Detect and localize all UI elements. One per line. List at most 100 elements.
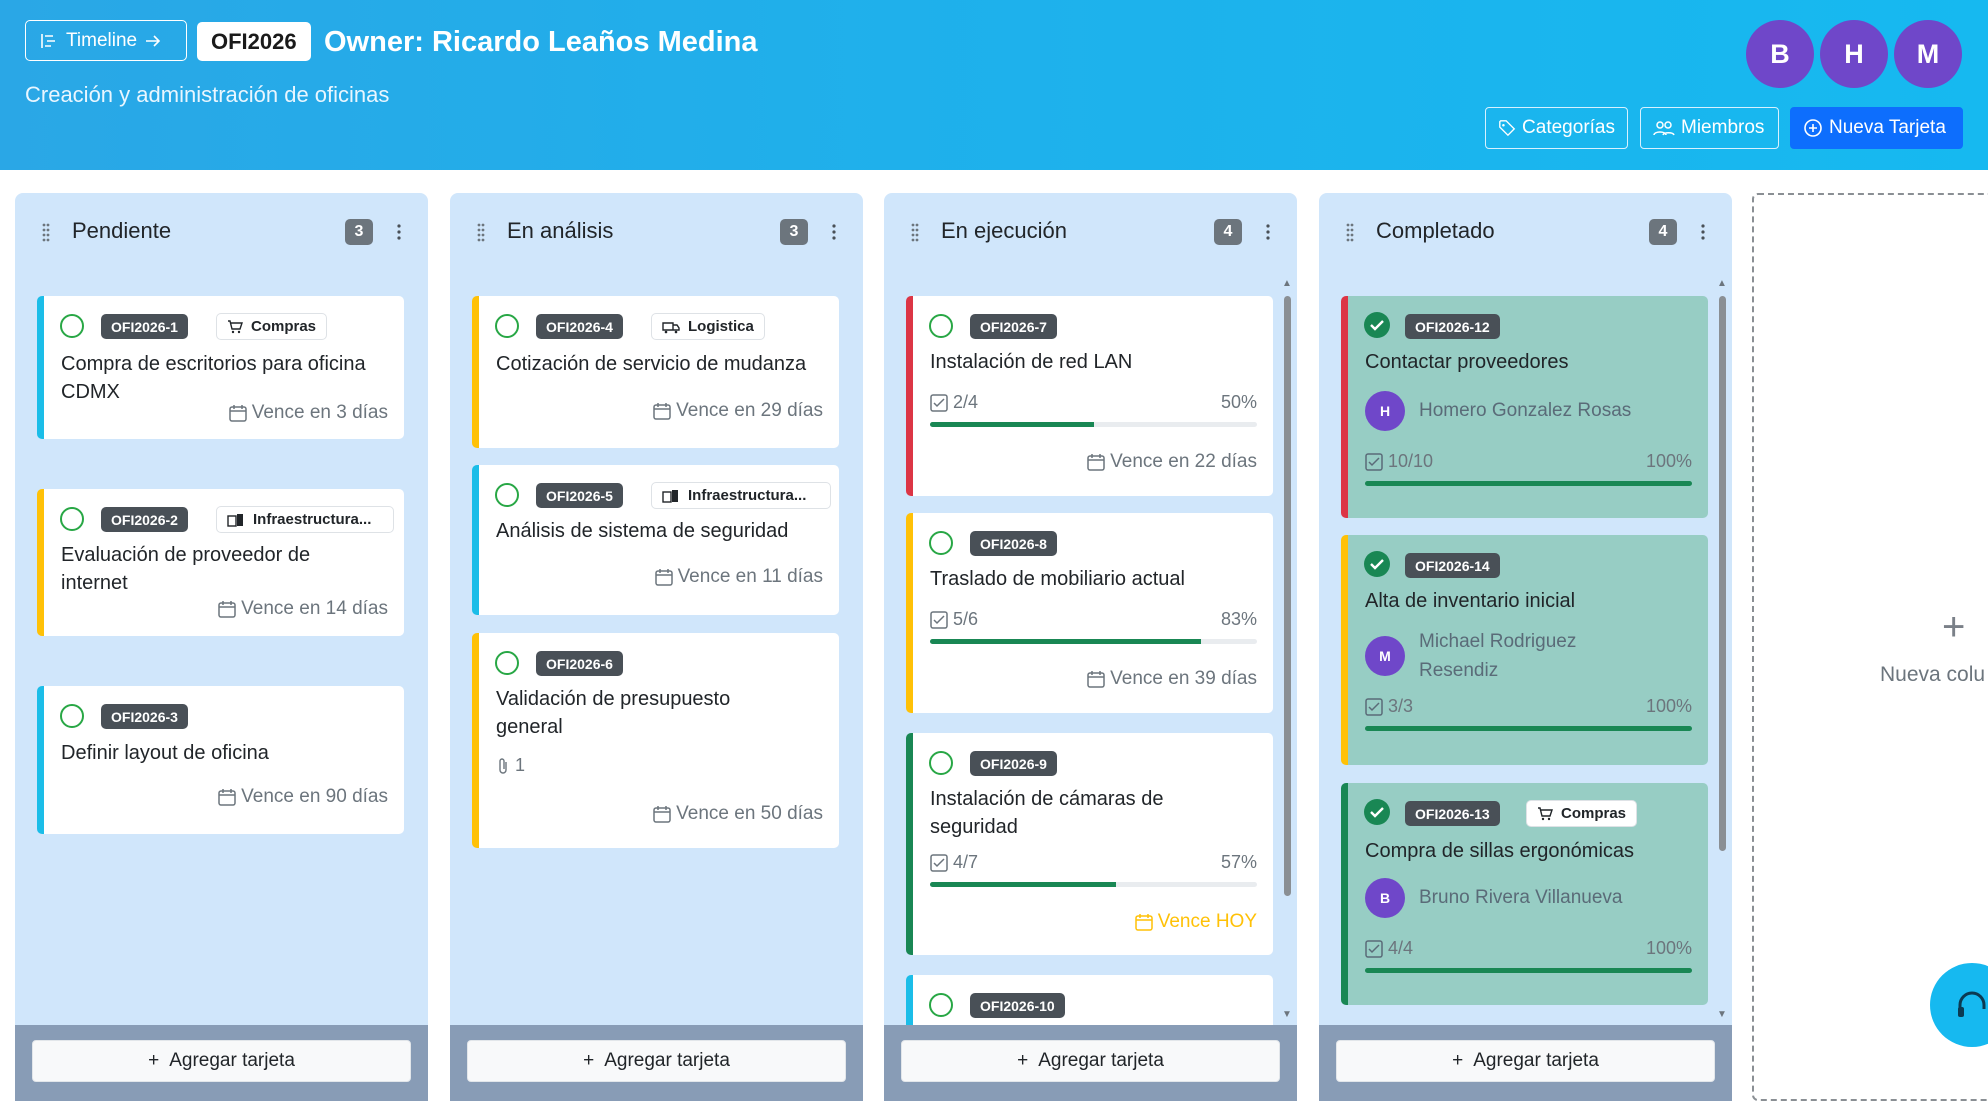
assignee-avatar: H	[1365, 391, 1405, 431]
paperclip-icon	[499, 757, 507, 774]
plus-icon: +	[1452, 1050, 1464, 1071]
progress-percent: 100%	[1645, 451, 1692, 471]
card-title: Cotización de servicio de mudanza	[496, 353, 807, 375]
card-count-badge: 3	[345, 219, 373, 245]
categories-button[interactable]: Categorías	[1485, 107, 1628, 149]
calendar-icon	[654, 569, 673, 586]
due-date: Vence en 11 días	[654, 566, 823, 588]
add-card-button[interactable]: + Agregar tarjeta	[901, 1040, 1280, 1082]
new-column-placeholder[interactable]: + Nueva colu	[1752, 193, 1988, 1101]
new-card-button[interactable]: Nueva Tarjeta	[1790, 107, 1963, 149]
member-avatar[interactable]: H	[1820, 20, 1888, 88]
card-title: Contactar proveedores	[1365, 351, 1569, 373]
subtask-count-label: 4/4	[1388, 938, 1414, 958]
complete-checkbox[interactable]	[929, 751, 953, 775]
task-card[interactable]: OFI2026-6 Validación de presupuesto gene…	[472, 633, 839, 848]
assignee: B Bruno Rivera Villanueva	[1365, 878, 1623, 918]
due-date-label: Vence en 3 días	[251, 402, 388, 423]
column-header: Completado 4	[1319, 193, 1732, 273]
scroll-up-icon[interactable]: ▲	[1282, 278, 1292, 289]
column-footer: + Agregar tarjeta	[884, 1025, 1297, 1101]
task-card[interactable]: OFI2026-8 Traslado de mobiliario actual …	[906, 513, 1273, 713]
drag-handle-icon[interactable]	[476, 222, 486, 242]
task-card[interactable]: OFI2026-12 Contactar proveedores H Homer…	[1341, 296, 1708, 518]
progress-bar	[930, 639, 1257, 644]
completed-check-icon[interactable]	[1364, 312, 1390, 338]
subtask-count: 3/3	[1365, 696, 1413, 717]
category-tag-label: Infraestructura...	[253, 511, 372, 528]
drag-handle-icon[interactable]	[1345, 222, 1355, 242]
add-card-button[interactable]: + Agregar tarjeta	[32, 1040, 411, 1082]
checkbox-icon	[930, 610, 948, 629]
complete-checkbox[interactable]	[495, 483, 519, 507]
member-avatar[interactable]: B	[1746, 20, 1814, 88]
complete-checkbox[interactable]	[929, 314, 953, 338]
assignee-avatar: B	[1365, 878, 1405, 918]
complete-checkbox[interactable]	[60, 507, 84, 531]
task-card[interactable]: OFI2026-5 Infraestructura... Análisis de…	[472, 465, 839, 615]
add-card-label: Agregar tarjeta	[169, 1050, 295, 1071]
task-card[interactable]: OFI2026-14 Alta de inventario inicial M …	[1341, 535, 1708, 765]
scrollbar-thumb[interactable]	[1719, 296, 1726, 851]
members-button[interactable]: Miembros	[1640, 107, 1779, 149]
checkbox-icon	[930, 393, 948, 412]
task-card[interactable]: OFI2026-13 Compras Compra de sillas ergo…	[1341, 783, 1708, 1005]
column-title: En ejecución	[941, 218, 1067, 243]
category-tag: Infraestructura...	[216, 506, 394, 533]
card-count-badge: 3	[780, 219, 808, 245]
timeline-button[interactable]: Timeline	[25, 20, 187, 61]
add-card-button[interactable]: + Agregar tarjeta	[1336, 1040, 1715, 1082]
more-options-icon[interactable]	[831, 223, 837, 241]
plus-icon: +	[583, 1050, 595, 1071]
more-options-icon[interactable]	[1265, 223, 1271, 241]
drag-handle-icon[interactable]	[41, 222, 51, 242]
owner-title: Owner: Ricardo Leaños Medina	[324, 26, 758, 58]
card-code-badge: OFI2026-2	[101, 507, 188, 532]
scrollbar-thumb[interactable]	[1284, 296, 1291, 896]
complete-checkbox[interactable]	[929, 531, 953, 555]
task-card[interactable]: OFI2026-9 Instalación de cámaras de segu…	[906, 733, 1273, 955]
card-count-badge: 4	[1649, 219, 1677, 245]
completed-check-icon[interactable]	[1364, 799, 1390, 825]
add-card-button[interactable]: + Agregar tarjeta	[467, 1040, 846, 1082]
devices-icon	[662, 489, 678, 503]
more-options-icon[interactable]	[1700, 223, 1706, 241]
member-avatar[interactable]: M	[1894, 20, 1962, 88]
column-scrollbar[interactable]: ▲ ▼	[1714, 278, 1728, 1020]
progress-percent: 83%	[1220, 609, 1257, 629]
scroll-down-icon[interactable]: ▼	[1282, 1009, 1292, 1020]
task-card[interactable]: OFI2026-3 Definir layout de oficina Venc…	[37, 686, 404, 834]
progress-bar	[1365, 968, 1692, 973]
checkbox-icon	[1365, 697, 1383, 716]
complete-checkbox[interactable]	[60, 704, 84, 728]
scroll-down-icon[interactable]: ▼	[1717, 1009, 1727, 1020]
complete-checkbox[interactable]	[495, 314, 519, 338]
card-code-badge: OFI2026-6	[536, 651, 623, 676]
category-tag-label: Infraestructura...	[688, 487, 807, 504]
task-card[interactable]: OFI2026-2 Infraestructura... Evaluación …	[37, 489, 404, 636]
add-card-label: Agregar tarjeta	[604, 1050, 730, 1071]
task-card[interactable]: OFI2026-1 Compras Compra de escritorios …	[37, 296, 404, 439]
column-completado: Completado 4 OFI2026-12 Contactar provee…	[1319, 193, 1732, 1101]
more-options-icon[interactable]	[396, 223, 402, 241]
scroll-up-icon[interactable]: ▲	[1717, 278, 1727, 289]
timeline-label: Timeline	[66, 29, 138, 51]
card-title: Compra de escritorios para oficina CDMX	[61, 353, 366, 403]
complete-checkbox[interactable]	[495, 651, 519, 675]
subtask-count: 4/4	[1365, 938, 1413, 959]
drag-handle-icon[interactable]	[910, 222, 920, 242]
task-card[interactable]: OFI2026-7 Instalación de red LAN 2/4 50%…	[906, 296, 1273, 496]
members-label: Miembros	[1681, 117, 1765, 138]
task-card[interactable]: OFI2026-10	[906, 975, 1273, 1025]
card-code-badge: OFI2026-3	[101, 704, 188, 729]
progress-bar	[1365, 481, 1692, 486]
complete-checkbox[interactable]	[60, 314, 84, 338]
due-date: Vence en 39 días	[1087, 668, 1257, 690]
completed-check-icon[interactable]	[1364, 551, 1390, 577]
column-scrollbar[interactable]: ▲ ▼	[1279, 278, 1293, 1020]
category-tag-label: Compras	[251, 318, 317, 335]
column-header: En ejecución 4	[884, 193, 1297, 273]
task-card[interactable]: OFI2026-4 Logistica Cotización de servic…	[472, 296, 839, 448]
complete-checkbox[interactable]	[929, 993, 953, 1017]
project-code-badge: OFI2026	[197, 22, 311, 61]
